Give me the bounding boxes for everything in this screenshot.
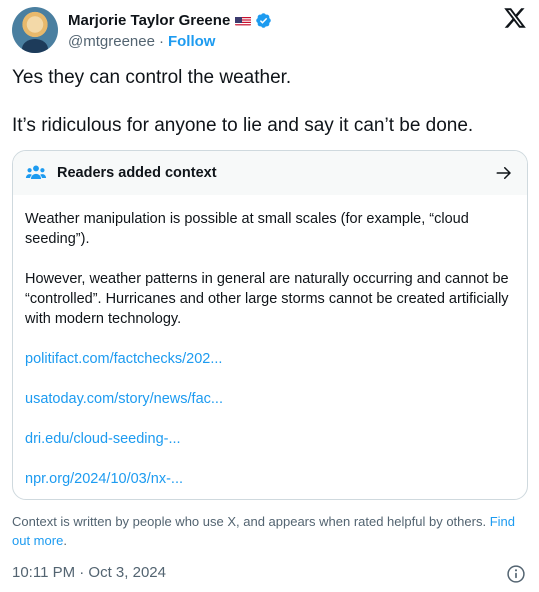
people-group-icon: [25, 162, 47, 184]
source-link-politifact[interactable]: politifact.com/factchecks/202...: [25, 349, 515, 369]
disclaimer-text: Context is written by people who use X, …: [12, 514, 487, 529]
source-link-usatoday[interactable]: usatoday.com/story/news/fac...: [25, 389, 515, 409]
source-link-dri[interactable]: dri.edu/cloud-seeding-...: [25, 429, 515, 449]
tweet-card: Marjorie Taylor Greene @mtgreenee · Foll…: [0, 0, 539, 592]
community-note: Readers added context Weather manipulati…: [12, 150, 528, 500]
separator-dot: ·: [158, 32, 164, 50]
us-flag-icon: [235, 15, 252, 26]
tweet-timestamp[interactable]: 10:11 PM · Oct 3, 2024: [12, 564, 166, 581]
tweet-line-2: It’s ridiculous for anyone to lie and sa…: [12, 115, 474, 136]
tweet-header: Marjorie Taylor Greene @mtgreenee · Foll…: [12, 6, 527, 54]
note-paragraph-1: Weather manipulation is possible at smal…: [25, 211, 469, 247]
source-link-npr[interactable]: npr.org/2024/10/03/nx-...: [25, 469, 515, 489]
community-note-header[interactable]: Readers added context: [13, 151, 527, 195]
community-note-disclaimer: Context is written by people who use X, …: [12, 512, 527, 550]
avatar[interactable]: [12, 7, 58, 53]
arrow-right-icon[interactable]: [495, 164, 513, 182]
disclaimer-period: .: [63, 533, 67, 548]
handle-row: @mtgreenee · Follow: [68, 31, 272, 51]
display-name[interactable]: Marjorie Taylor Greene: [68, 12, 230, 29]
handle[interactable]: @mtgreenee: [68, 33, 155, 50]
verified-badge-icon: [255, 12, 272, 29]
x-logo-icon[interactable]: [503, 6, 527, 30]
name-row: Marjorie Taylor Greene: [68, 9, 272, 31]
follow-button[interactable]: Follow: [168, 33, 216, 50]
tweet-text: Yes they can control the weather. It’s r…: [12, 66, 527, 138]
note-sources: politifact.com/factchecks/202... usatoda…: [25, 349, 515, 489]
community-note-body: Weather manipulation is possible at smal…: [13, 195, 527, 489]
community-note-title: Readers added context: [57, 165, 217, 181]
info-icon[interactable]: [506, 564, 526, 584]
author-info: Marjorie Taylor Greene @mtgreenee · Foll…: [68, 9, 272, 51]
tweet-line-1: Yes they can control the weather.: [12, 67, 292, 88]
note-paragraph-2: However, weather patterns in general are…: [25, 271, 509, 327]
